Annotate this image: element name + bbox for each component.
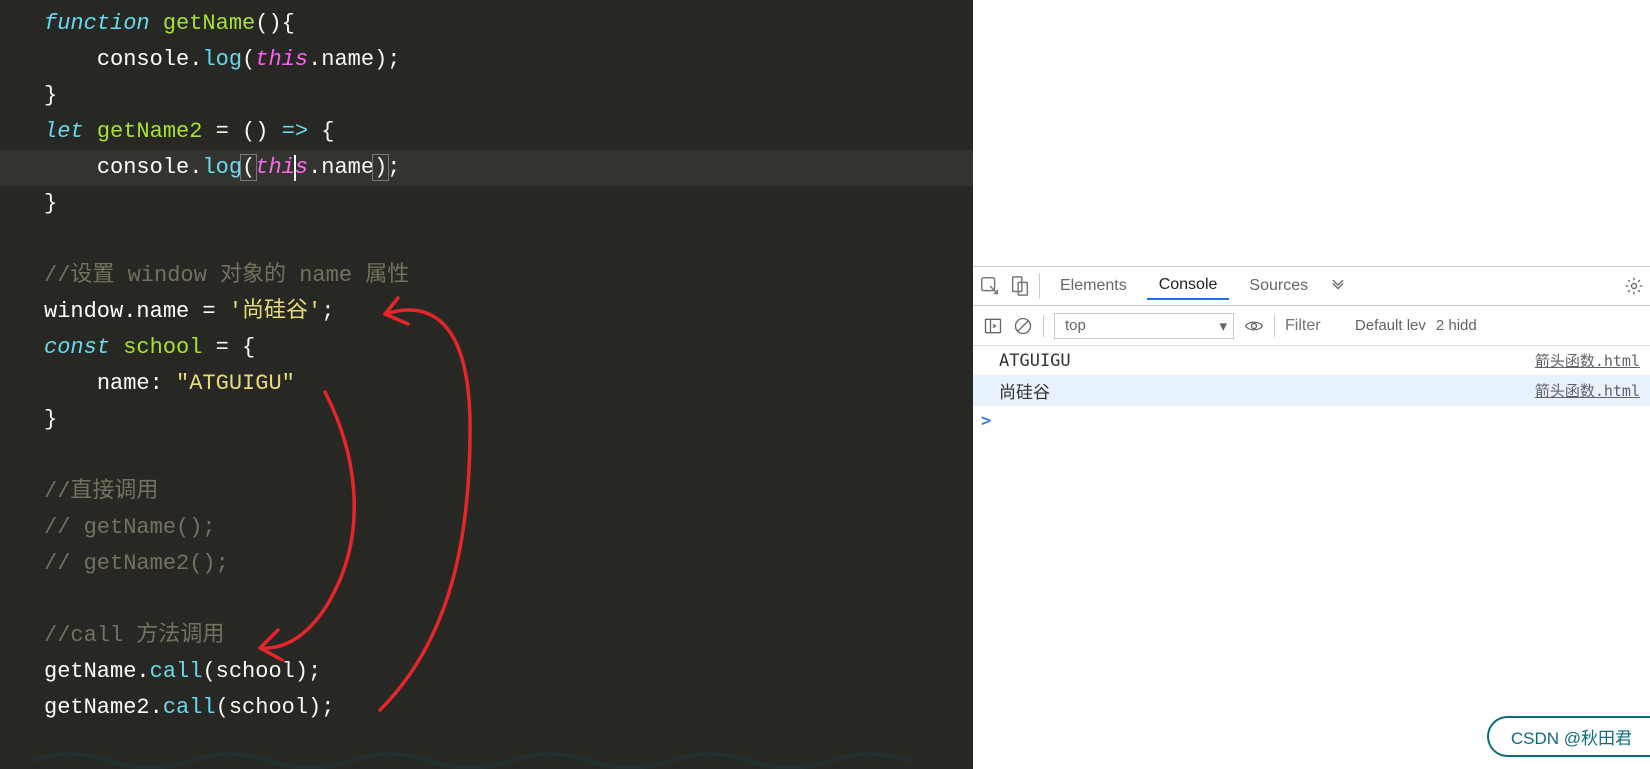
console-toolbar: top ▾ Default lev 2 hidd	[973, 306, 1650, 346]
tab-sources[interactable]: Sources	[1237, 273, 1320, 299]
context-select[interactable]: top ▾	[1054, 313, 1234, 339]
live-expression-icon[interactable]	[1244, 316, 1264, 336]
text-caret	[294, 155, 296, 181]
console-sidebar-toggle-icon[interactable]	[983, 316, 1003, 336]
active-line-highlight	[0, 150, 973, 186]
device-toggle-icon[interactable]	[1009, 275, 1031, 297]
decorative-wave	[30, 743, 930, 769]
console-source-link[interactable]: 箭头函数.html	[1535, 380, 1640, 401]
console-source-link[interactable]: 箭头函数.html	[1535, 350, 1640, 371]
console-row[interactable]: ATGUIGU 箭头函数.html	[973, 346, 1650, 376]
console-row[interactable]: 尚硅谷 箭头函数.html	[973, 376, 1650, 406]
watermark-badge: CSDN @秋田君	[1487, 716, 1650, 757]
watermark-text: CSDN @秋田君	[1511, 724, 1632, 749]
console-message: ATGUIGU	[999, 351, 1535, 371]
tab-console[interactable]: Console	[1147, 272, 1230, 300]
code-editor[interactable]: function getName(){ console.log(this.nam…	[0, 0, 973, 769]
separator	[1274, 315, 1275, 337]
chevron-right-icon: >	[981, 411, 991, 431]
devtools-panel: Elements Console Sources top ▾ Default l…	[973, 0, 1650, 769]
separator	[1043, 315, 1044, 337]
separator	[1039, 273, 1040, 299]
filter-input[interactable]	[1285, 317, 1345, 335]
tab-elements[interactable]: Elements	[1048, 273, 1139, 299]
context-value: top	[1065, 317, 1086, 334]
console-output: ATGUIGU 箭头函数.html 尚硅谷 箭头函数.html >	[973, 346, 1650, 436]
chevron-down-icon: ▾	[1219, 317, 1227, 335]
inspect-element-icon[interactable]	[979, 275, 1001, 297]
hidden-messages[interactable]: 2 hidd	[1436, 317, 1477, 334]
console-prompt[interactable]: >	[973, 406, 1650, 436]
more-tabs-icon[interactable]	[1328, 276, 1348, 296]
clear-console-icon[interactable]	[1013, 316, 1033, 336]
log-level-select[interactable]: Default lev	[1355, 317, 1426, 334]
code-content: function getName(){ console.log(this.nam…	[0, 0, 973, 726]
console-message: 尚硅谷	[999, 378, 1535, 403]
settings-icon[interactable]	[1624, 276, 1644, 296]
devtools-tabs: Elements Console Sources	[973, 266, 1650, 306]
